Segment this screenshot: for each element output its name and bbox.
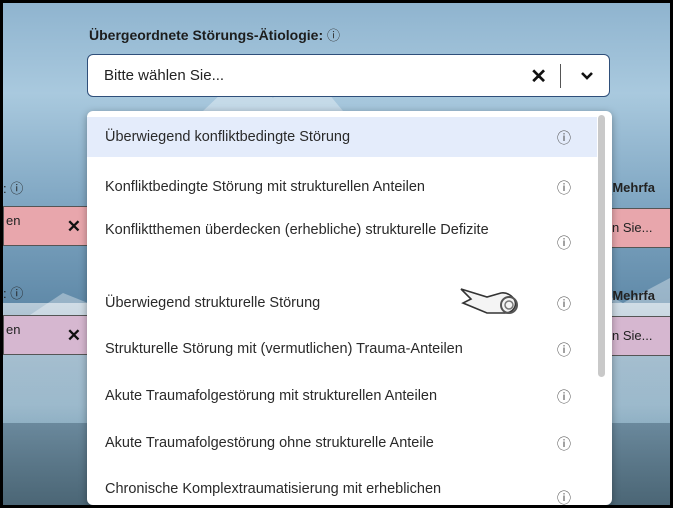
- info-icon[interactable]: ⓘ: [557, 233, 571, 253]
- dropdown-option[interactable]: Akute Traumafolgestörung ohne strukturel…: [87, 423, 597, 463]
- right-select-1-text: n Sie...: [612, 220, 653, 235]
- app-frame: Übergeordnete Störungs-Ätiologie: ⓘ Bitt…: [3, 3, 670, 505]
- info-icon[interactable]: ⓘ: [327, 28, 340, 43]
- left-field-label-1: : ⓘ: [3, 181, 24, 196]
- right-field-label-2: (Mehrfa: [608, 288, 655, 303]
- right-select-2-text: n Sie...: [612, 328, 653, 343]
- option-label: Chronische Komplextraumatisierung mit er…: [105, 481, 442, 497]
- option-label: Akute Traumafolgestörung ohne strukturel…: [105, 435, 434, 451]
- field-label: Übergeordnete Störungs-Ätiologie: ⓘ: [89, 25, 340, 44]
- chevron-down-icon[interactable]: [579, 64, 595, 91]
- option-label: Akute Traumafolgestörung mit strukturell…: [105, 388, 438, 404]
- option-label: Konfliktbedingte Störung mit strukturell…: [105, 179, 425, 195]
- clear-icon[interactable]: ✕: [530, 64, 547, 89]
- option-label: Konfliktthemen überdecken (erhebliche) s…: [105, 222, 489, 238]
- right-field-label-1: (Mehrfa: [608, 180, 655, 195]
- clear-icon[interactable]: ✕: [67, 217, 81, 237]
- field-label-text: Übergeordnete Störungs-Ätiologie:: [89, 27, 324, 43]
- info-icon[interactable]: ⓘ: [557, 178, 571, 198]
- dropdown-option[interactable]: Chronische Komplextraumatisierung mit er…: [87, 469, 597, 505]
- option-label: Überwiegend konfliktbedingte Störung: [105, 129, 351, 145]
- etiology-select[interactable]: Bitte wählen Sie... ✕: [87, 54, 610, 97]
- left-select-1-text: en: [6, 213, 21, 228]
- info-icon[interactable]: ⓘ: [557, 294, 571, 314]
- option-label: Strukturelle Störung mit (vermutlichen) …: [105, 341, 463, 357]
- left-select-1[interactable]: en ✕: [3, 206, 88, 246]
- dropdown-option[interactable]: Konfliktbedingte Störung mit strukturell…: [87, 167, 597, 207]
- dropdown-option[interactable]: Strukturelle Störung mit (vermutlichen) …: [87, 329, 597, 369]
- select-placeholder: Bitte wählen Sie...: [104, 67, 225, 84]
- info-icon[interactable]: ⓘ: [557, 340, 571, 360]
- info-icon[interactable]: ⓘ: [557, 128, 571, 148]
- clear-icon[interactable]: ✕: [67, 326, 81, 346]
- left-select-2-text: en: [6, 322, 21, 337]
- left-select-2[interactable]: en ✕: [3, 315, 88, 355]
- info-icon[interactable]: ⓘ: [557, 434, 571, 454]
- dropdown-option[interactable]: Konfliktthemen überdecken (erhebliche) s…: [87, 211, 597, 273]
- dropdown-menu[interactable]: Überwiegend konfliktbedingte Störung ⓘ K…: [87, 111, 612, 505]
- pointer-hand-icon: [460, 288, 518, 314]
- info-icon[interactable]: ⓘ: [557, 488, 571, 505]
- dropdown-option[interactable]: Überwiegend konfliktbedingte Störung ⓘ: [87, 117, 597, 157]
- scrollbar-thumb[interactable]: [598, 115, 605, 377]
- info-icon[interactable]: ⓘ: [557, 387, 571, 407]
- select-divider: [560, 64, 561, 88]
- left-field-label-2: : ⓘ: [3, 286, 24, 301]
- dropdown-option[interactable]: Akute Traumafolgestörung mit strukturell…: [87, 376, 597, 416]
